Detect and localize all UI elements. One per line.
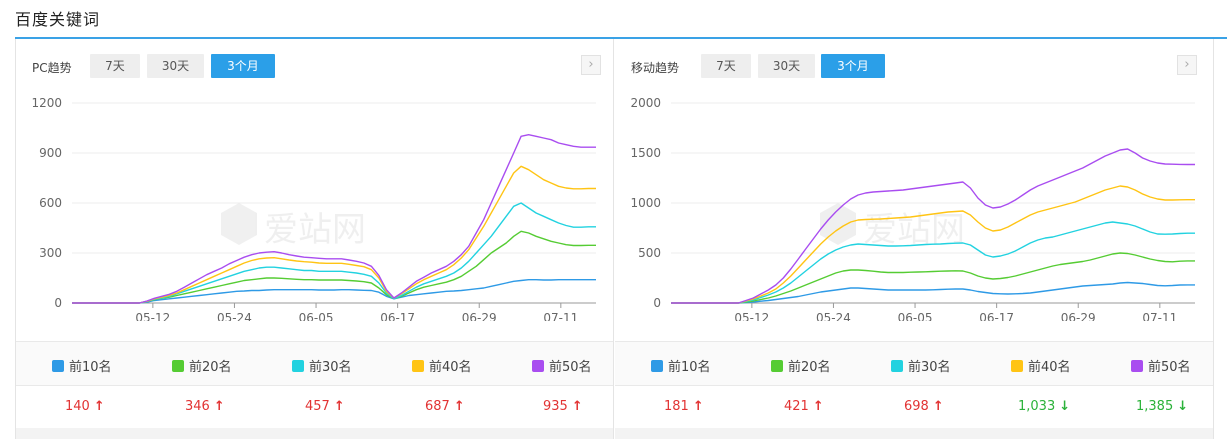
mobile-tab-3m[interactable]: 3个月 [821, 54, 885, 78]
pc-next-button[interactable]: › [581, 55, 601, 75]
pc-tab-7d[interactable]: 7天 [90, 54, 140, 78]
legend-label: 前20名 [189, 360, 232, 375]
mobile-tab-7d[interactable]: 7天 [701, 54, 751, 78]
legend-label: 前30名 [309, 360, 352, 375]
pc-values: 140 ↑ 346 ↑ 457 ↑ 687 ↑ 935 ↑ [16, 385, 613, 429]
legend-item-top30[interactable]: 前30名 [292, 356, 352, 375]
y-tick-label: 1200 [31, 96, 62, 110]
legend-swatch [292, 360, 304, 372]
watermark-logo: 爱站网 [221, 203, 366, 250]
legend-label: 前20名 [788, 360, 831, 375]
y-tick-label: 2000 [630, 96, 661, 110]
legend-item-top40[interactable]: 前40名 [1011, 356, 1071, 375]
legend-label: 前10名 [69, 360, 112, 375]
pc-value-top50: 935 ↑ [543, 399, 583, 414]
y-tick-label: 1000 [630, 196, 661, 210]
arrow-down-icon: ↓ [1177, 399, 1189, 414]
x-tick-label: 06-05 [898, 311, 933, 321]
x-tick-label: 07-11 [1142, 311, 1177, 321]
legend-label: 前30名 [908, 360, 951, 375]
x-tick-label: 06-17 [979, 311, 1014, 321]
pc-legend: 前10名 前20名 前30名 前40名 前50名 [16, 341, 613, 386]
pc-tab-3m[interactable]: 3个月 [211, 54, 275, 78]
pc-value-top30: 457 ↑ [305, 399, 345, 414]
y-tick-label: 0 [54, 296, 62, 310]
pc-trend-chart: 爱站网 0 300 600 900 1200 05-12 05-24 06-05 06-17 06… [31, 96, 596, 321]
legend-swatch [532, 360, 544, 372]
x-tick-label: 06-17 [380, 311, 415, 321]
arrow-up-icon: ↑ [812, 399, 824, 414]
x-tick-label: 06-29 [1061, 311, 1096, 321]
mobile-value-top20: 421 ↑ [784, 399, 824, 414]
mobile-tab-30d[interactable]: 30天 [758, 54, 815, 78]
legend-label: 前50名 [549, 360, 592, 375]
legend-item-top50[interactable]: 前50名 [532, 356, 592, 375]
legend-swatch [172, 360, 184, 372]
legend-item-top10[interactable]: 前10名 [52, 356, 112, 375]
legend-swatch [891, 360, 903, 372]
mobile-legend: 前10名 前20名 前30名 前40名 前50名 [615, 341, 1213, 386]
legend-swatch [52, 360, 64, 372]
bottom-strip [615, 428, 1213, 439]
x-tick-label: 05-24 [217, 311, 252, 321]
x-tick-label: 05-24 [816, 311, 851, 321]
bottom-strip [16, 428, 613, 439]
mobile-values: 181 ↑ 421 ↑ 698 ↑ 1,033 ↓ 1,385 ↓ [615, 385, 1213, 429]
x-tick-label: 05-12 [734, 311, 769, 321]
pc-value-top20: 346 ↑ [185, 399, 225, 414]
legend-item-top20[interactable]: 前20名 [172, 356, 232, 375]
page-title: 百度关键词 [15, 10, 101, 29]
mobile-trend-label: 移动趋势 [631, 61, 680, 75]
legend-item-top20[interactable]: 前20名 [771, 356, 831, 375]
legend-swatch [1011, 360, 1023, 372]
y-tick-label: 900 [39, 146, 62, 160]
arrow-down-icon: ↓ [1059, 399, 1071, 414]
mobile-value-top40: 1,033 ↓ [1018, 399, 1071, 414]
mobile-value-top10: 181 ↑ [664, 399, 704, 414]
x-tick-label: 07-11 [543, 311, 578, 321]
mobile-trend-panel: 移动趋势 7天 30天 3个月 › 爱站网 0 500 1000 1500 2000 05… [615, 39, 1214, 439]
arrow-up-icon: ↑ [571, 399, 583, 414]
mobile-trend-chart: 爱站网 050010001500200005-12 05-24 06-05 06-17… [630, 96, 1195, 321]
arrow-up-icon: ↑ [93, 399, 105, 414]
mobile-next-button[interactable]: › [1177, 55, 1197, 75]
x-tick-label: 06-05 [299, 311, 334, 321]
legend-swatch [412, 360, 424, 372]
series-line-2 [671, 252, 1195, 304]
chevron-right-icon: › [1184, 57, 1190, 72]
legend-label: 前50名 [1148, 360, 1191, 375]
legend-label: 前40名 [429, 360, 472, 375]
y-tick-label: 500 [638, 246, 661, 260]
arrow-up-icon: ↑ [213, 399, 225, 414]
mobile-value-top30: 698 ↑ [904, 399, 944, 414]
legend-swatch [1131, 360, 1143, 372]
y-tick-label: 300 [39, 246, 62, 260]
pc-tab-30d[interactable]: 30天 [147, 54, 204, 78]
arrow-up-icon: ↑ [333, 399, 345, 414]
chevron-right-icon: › [588, 57, 594, 72]
arrow-up-icon: ↑ [453, 399, 465, 414]
legend-swatch [651, 360, 663, 372]
legend-item-top30[interactable]: 前30名 [891, 356, 951, 375]
legend-item-top50[interactable]: 前50名 [1131, 356, 1191, 375]
pc-value-top40: 687 ↑ [425, 399, 465, 414]
y-tick-label: 600 [39, 196, 62, 210]
svg-text:爱站网: 爱站网 [264, 210, 366, 250]
y-tick-label: 0 [653, 296, 661, 310]
x-tick-label: 06-29 [462, 311, 497, 321]
pc-trend-label: PC趋势 [32, 61, 72, 75]
mobile-value-top50: 1,385 ↓ [1136, 399, 1189, 414]
legend-swatch [771, 360, 783, 372]
legend-label: 前40名 [1028, 360, 1071, 375]
arrow-up-icon: ↑ [692, 399, 704, 414]
arrow-up-icon: ↑ [932, 399, 944, 414]
y-tick-label: 1500 [630, 146, 661, 160]
legend-label: 前10名 [668, 360, 711, 375]
legend-item-top40[interactable]: 前40名 [412, 356, 472, 375]
x-tick-label: 05-12 [135, 311, 170, 321]
legend-item-top10[interactable]: 前10名 [651, 356, 711, 375]
pc-trend-panel: PC趋势 7天 30天 3个月 › 爱站网 0 300 600 900 1200 05-1… [15, 39, 614, 439]
pc-value-top10: 140 ↑ [65, 399, 105, 414]
